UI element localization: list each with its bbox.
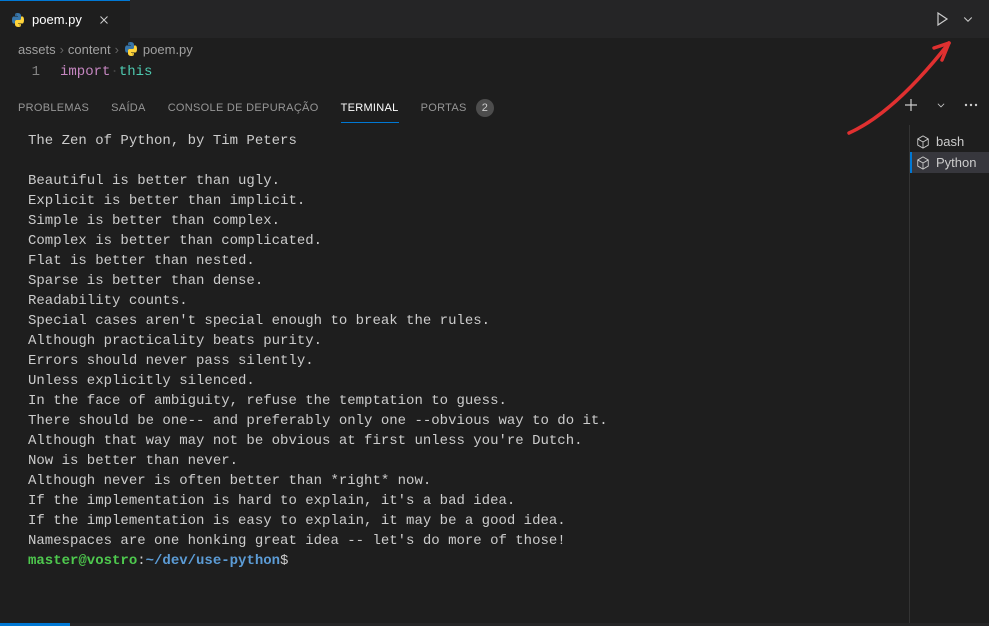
keyword-import: import	[60, 64, 110, 80]
tab-bar: poem.py	[0, 0, 989, 38]
bottom-panel: PROBLEMAS SAÍDA CONSOLE DE DEPURAÇÃO TER…	[0, 90, 989, 626]
breadcrumb-part[interactable]: assets	[18, 42, 56, 57]
container-icon	[916, 156, 930, 170]
run-button[interactable]	[931, 8, 953, 30]
tab-problems[interactable]: PROBLEMAS	[18, 94, 89, 122]
terminal-list: bash Python	[909, 125, 989, 626]
panel-actions	[903, 97, 979, 113]
terminal-dropdown-icon[interactable]	[933, 97, 949, 113]
code-editor[interactable]: 1 import·this	[0, 60, 989, 90]
tab-terminal[interactable]: TERMINAL	[341, 94, 399, 122]
tab-label: poem.py	[32, 12, 82, 27]
container-icon	[916, 135, 930, 149]
run-controls	[931, 0, 979, 38]
tab-output[interactable]: SAÍDA	[111, 94, 146, 122]
terminal-body: The Zen of Python, by Tim Peters Beautif…	[0, 125, 989, 626]
prompt-path: ~/dev/use-python	[146, 553, 280, 569]
code-line[interactable]: import·this	[60, 62, 152, 82]
breadcrumb-part[interactable]: content	[68, 42, 111, 57]
terminal-content[interactable]: The Zen of Python, by Tim Peters Beautif…	[0, 125, 909, 626]
ports-badge: 2	[476, 99, 494, 117]
more-actions-icon[interactable]	[963, 97, 979, 113]
close-icon[interactable]	[96, 12, 112, 28]
editor-tab[interactable]: poem.py	[0, 0, 130, 38]
chevron-right-icon: ›	[115, 42, 119, 57]
chevron-right-icon: ›	[60, 42, 64, 57]
python-file-icon	[10, 12, 26, 28]
whitespace-marker: ·	[110, 64, 118, 80]
panel-tabs: PROBLEMAS SAÍDA CONSOLE DE DEPURAÇÃO TER…	[0, 91, 989, 125]
terminal-output: The Zen of Python, by Tim Peters Beautif…	[28, 133, 608, 549]
line-number: 1	[0, 62, 40, 82]
run-dropdown-icon[interactable]	[957, 8, 979, 30]
module-name: this	[119, 64, 153, 80]
breadcrumb-file[interactable]: poem.py	[123, 41, 193, 57]
line-gutter: 1	[0, 62, 60, 82]
tab-debug-console[interactable]: CONSOLE DE DEPURAÇÃO	[168, 94, 319, 122]
breadcrumb[interactable]: assets › content › poem.py	[0, 38, 989, 60]
terminal-item-python[interactable]: Python	[910, 152, 989, 173]
prompt-symbol: $	[280, 553, 288, 569]
terminal-item-label: Python	[936, 155, 976, 170]
tab-ports[interactable]: PORTAS 2	[421, 91, 494, 125]
prompt-user: master@vostro	[28, 553, 137, 569]
terminal-item-label: bash	[936, 134, 964, 149]
new-terminal-button[interactable]	[903, 97, 919, 113]
terminal-item-bash[interactable]: bash	[910, 131, 989, 152]
